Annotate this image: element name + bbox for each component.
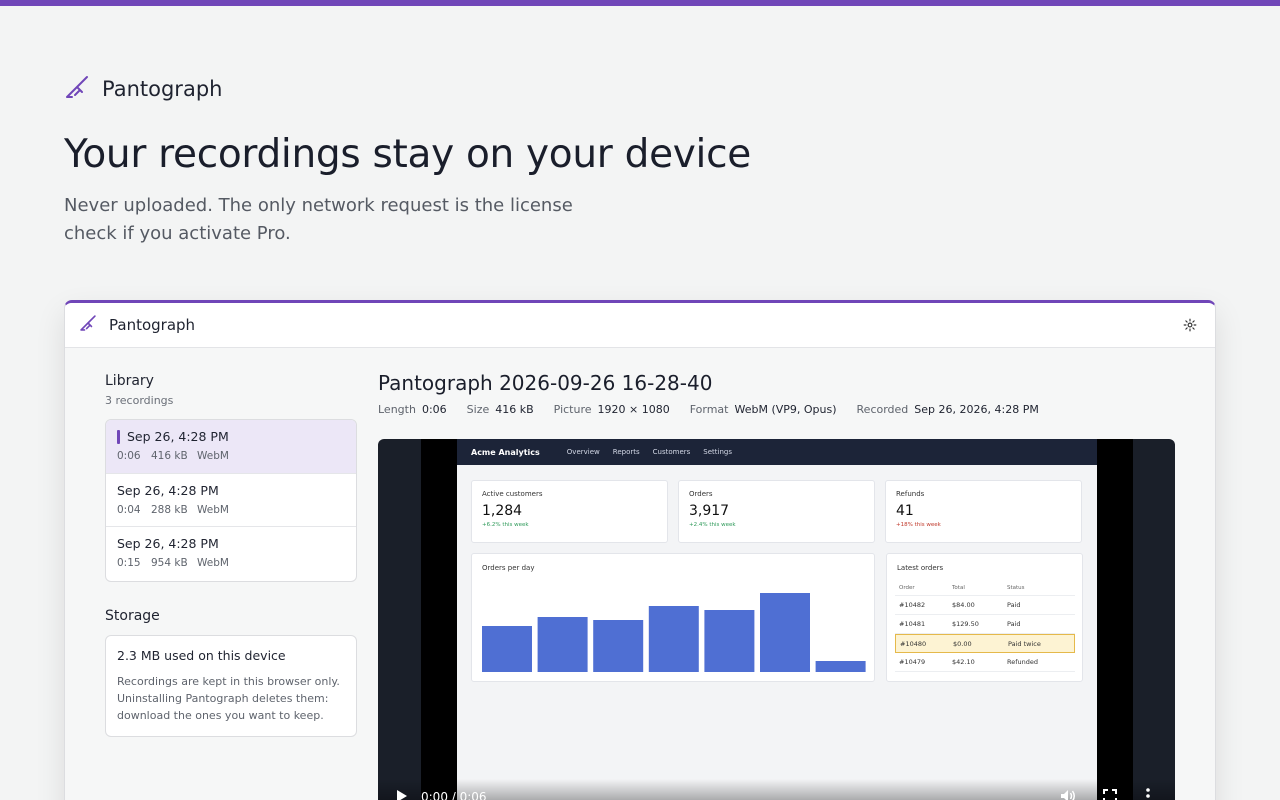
recording-details: Pantograph 2026-09-26 16-28-40 Length 0:0…	[378, 371, 1176, 416]
recording-title: Pantograph 2026-09-26 16-28-40	[378, 371, 713, 395]
kpi-delta: +18% this week	[896, 522, 941, 528]
storage-panel: 2.3 MB used on this device Recordings ar…	[105, 634, 357, 737]
chart-bar	[537, 617, 588, 672]
app-name: Pantograph	[109, 316, 196, 334]
video-frame: Acme Analytics Overview Reports Customer…	[457, 439, 1097, 800]
frame-nav: Acme Analytics Overview Reports Customer…	[457, 439, 1097, 465]
kpi-label: Active customers	[482, 490, 543, 498]
frame-cards: Active customers 1,284 +6.2% this week O…	[471, 480, 1082, 543]
meta-recorded: Recorded Sep 26, 2026, 4:28 PM	[856, 403, 1039, 416]
kpi-delta: +6.2% this week	[482, 522, 529, 528]
recording-item[interactable]: Sep 26, 4:28 PM 0:15 954 kB WebM	[106, 527, 356, 581]
library-count: 3 recordings	[105, 394, 174, 407]
orders-table: Order Total Status #10482 $84.00 Paid #10481…	[895, 581, 1075, 672]
recording-list: Sep 26, 4:28 PM 0:06 416 kB WebM Sep 26, 4…	[105, 419, 357, 582]
video-time: 0:00 / 0:06	[421, 790, 487, 800]
kpi-label: Refunds	[896, 490, 925, 498]
video-player[interactable]: Acme Analytics Overview Reports Customer…	[378, 439, 1175, 800]
storage-title: Storage	[105, 607, 160, 624]
frame-nav-item: Customers	[652, 448, 691, 456]
recording-format: WebM	[197, 557, 229, 569]
library-title: Library	[105, 373, 154, 389]
chart-bar	[760, 593, 810, 672]
more-options-icon[interactable]	[1145, 787, 1151, 800]
play-icon[interactable]	[395, 787, 409, 800]
library-sidebar: Library 3 recordings Sep 26, 4:28 PM 0:0…	[105, 373, 357, 737]
meta-length: Length 0:06	[378, 403, 447, 416]
recording-length: 0:04	[117, 503, 141, 516]
table-row: #10479 $42.10 Refunded	[895, 653, 1075, 672]
storage-used: 2.3 MB used on this device	[117, 647, 286, 663]
recording-item[interactable]: Sep 26, 4:28 PM 0:06 416 kB WebM	[106, 420, 356, 474]
hero-title: Your recordings stay on your device	[64, 132, 751, 177]
frame-nav-item: Settings	[703, 448, 732, 456]
video-controls: 0:00 / 0:06	[378, 787, 1175, 800]
table-row: #10481 $129.50 Paid	[895, 615, 1075, 634]
recording-length: 0:06	[117, 450, 141, 462]
kpi-card: Active customers 1,284 +6.2% this week	[471, 480, 668, 543]
meta-picture: Picture 1920 × 1080	[553, 403, 670, 416]
brand: Pantograph	[64, 74, 222, 104]
active-indicator	[117, 429, 120, 444]
recording-format: WebM	[197, 450, 229, 462]
fullscreen-icon[interactable]	[1102, 788, 1118, 800]
recording-date: Sep 26, 4:28 PM	[117, 536, 219, 551]
volume-icon[interactable]	[1059, 787, 1077, 800]
kpi-value: 1,284	[482, 503, 523, 519]
storage-note: Recordings are kept in this browser only…	[117, 674, 340, 722]
frame-brand: Acme Analytics	[471, 447, 540, 457]
kpi-delta: +2.4% this week	[689, 522, 736, 528]
recording-size: 288 kB	[151, 503, 188, 516]
orders-title: Latest orders	[897, 564, 944, 572]
kpi-value: 3,917	[689, 503, 730, 519]
recording-size: 416 kB	[151, 450, 188, 462]
kpi-card: Refunds 41 +18% this week	[885, 480, 1082, 543]
recording-length: 0:15	[117, 557, 141, 569]
chart-bar	[648, 606, 699, 672]
table-header: Order Total Status	[895, 581, 1075, 596]
meta-size: Size 416 kB	[466, 403, 534, 416]
latest-orders-panel: Latest orders Order Total Status #10482 $84…	[886, 553, 1083, 682]
kpi-value: 41	[896, 503, 914, 519]
kpi-card: Orders 3,917 +2.4% this week	[678, 480, 875, 543]
pantograph-logo-icon	[79, 314, 97, 336]
frame-nav-item: Overview	[566, 448, 600, 456]
hero-subtitle: Never uploaded. The only network request…	[64, 195, 573, 244]
gear-icon[interactable]	[1179, 314, 1201, 336]
chart-bar	[482, 626, 532, 672]
table-row-highlighted: #10480 $0.00 Paid twice	[895, 634, 1075, 653]
recording-date: Sep 26, 4:28 PM	[117, 482, 219, 498]
chart-bar	[593, 620, 644, 672]
recording-item[interactable]: Sep 26, 4:28 PM 0:04 288 kB WebM	[106, 474, 356, 527]
recording-format: WebM	[197, 503, 229, 516]
meta-format: Format WebM (VP9, Opus)	[689, 403, 837, 416]
orders-chart-svg	[482, 593, 866, 672]
recording-meta: Length 0:06 Size 416 kB Picture 1920 × 1080…	[378, 403, 1176, 416]
chart-bar	[704, 610, 755, 672]
recording-date: Sep 26, 4:28 PM	[127, 429, 229, 444]
chart-title: Orders per day	[482, 564, 535, 572]
orders-chart: Orders per day	[471, 553, 875, 682]
app-header: Pantograph	[65, 303, 1215, 348]
app-window: Pantograph Library 3 recordings Sep 26, …	[64, 300, 1216, 800]
table-row: #10482 $84.00 Paid	[895, 596, 1075, 615]
brand-name: Pantograph	[102, 77, 223, 101]
accent-top-bar	[0, 0, 1280, 6]
frame-nav-item: Reports	[612, 448, 640, 456]
chart-bar	[815, 661, 866, 672]
pantograph-logo-icon	[64, 74, 90, 104]
kpi-label: Orders	[689, 490, 713, 498]
recording-size: 954 kB	[151, 557, 188, 569]
